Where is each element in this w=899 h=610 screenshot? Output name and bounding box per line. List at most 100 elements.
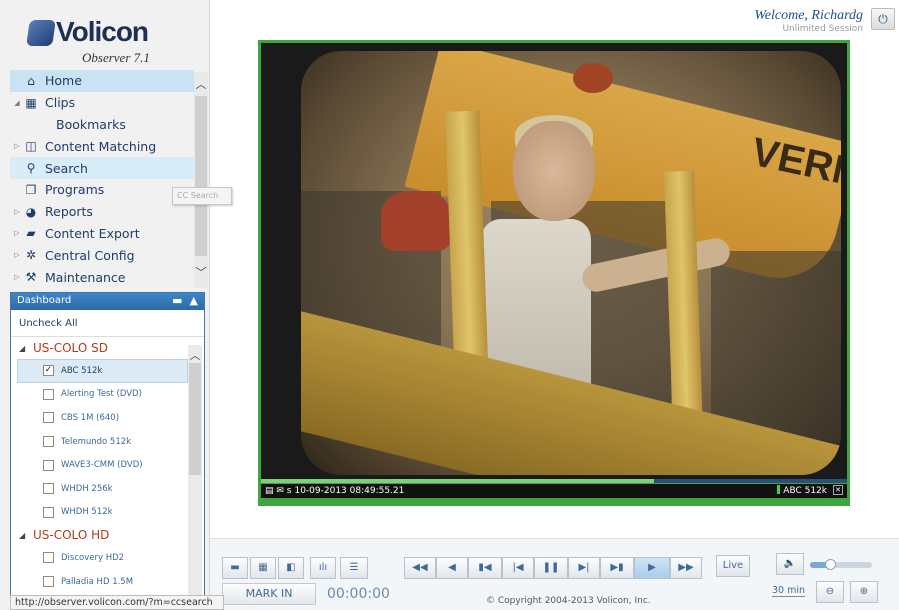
info-icons: ▤ ✉ ꜱ <box>265 486 292 496</box>
welcome-text: Welcome, Richardg <box>754 8 863 23</box>
back-icon: ◀ <box>448 562 456 573</box>
nav-item-maintenance[interactable]: ▷ ⚒ Maintenance <box>10 266 194 288</box>
nav-item-clips[interactable]: ◢ ▦ Clips <box>10 92 194 114</box>
nav-item-reports[interactable]: ▷ ◕ Reports <box>10 201 194 223</box>
nav-label: Maintenance <box>45 269 126 285</box>
close-icon[interactable]: ✕ <box>833 485 843 495</box>
layout-side-button[interactable]: ◧ <box>278 557 304 579</box>
layout-single-button[interactable]: ▬ <box>222 557 248 579</box>
channel-item[interactable]: Telemundo 512k <box>11 430 204 454</box>
channel-label: Discovery HD2 <box>61 552 125 563</box>
checkbox[interactable] <box>43 552 54 564</box>
nav-item-central-config[interactable]: ▷ ✲ Central Config <box>10 244 194 266</box>
dashboard-title: Dashboard <box>17 295 72 306</box>
chevron-up-icon[interactable]: ︿ <box>188 347 202 363</box>
step-forward-button[interactable]: ▶▮ <box>600 557 634 579</box>
channel-item[interactable]: Palladia HD 1.5M <box>11 570 204 594</box>
rewind-button[interactable]: ◀ <box>436 557 468 579</box>
rewind-fast-button[interactable]: ◀◀ <box>404 557 436 579</box>
expand-triangle-icon[interactable]: ▷ <box>10 229 24 237</box>
session-text: Unlimited Session <box>782 24 863 34</box>
checkbox[interactable] <box>43 506 54 518</box>
channel-item[interactable]: CBS 1M (640) <box>11 406 204 430</box>
play-button[interactable]: ▶ <box>634 557 670 579</box>
channel-label: Alerting Test (DVD) <box>61 389 142 400</box>
group-us-colo-sd[interactable]: ◢ US-COLO SD <box>11 337 204 359</box>
expand-triangle-icon[interactable]: ▷ <box>10 273 24 281</box>
channel-item[interactable]: WHDH 256k <box>11 477 204 501</box>
channel-label: WHDH 256k <box>61 483 113 494</box>
nav-label: Programs <box>45 182 105 198</box>
mark-in-button[interactable]: MARK IN <box>222 583 316 605</box>
group-us-colo-hd[interactable]: ◢ US-COLO HD <box>11 524 204 546</box>
layout-quad-button[interactable]: ▦ <box>250 557 276 579</box>
search-icon: ⚲ <box>26 161 36 176</box>
app-root: Volicon Observer 7.1 ⌂ Home ◢ ▦ Clips Bo… <box>0 0 899 610</box>
volume-button[interactable]: 🔈 <box>776 553 804 575</box>
nav-item-content-matching[interactable]: ▷ ◫ Content Matching <box>10 135 194 157</box>
channel-item[interactable]: Alerting Test (DVD) <box>11 383 204 407</box>
layout-side-icon: ◧ <box>286 562 296 573</box>
fast-forward-button[interactable]: ▶▶ <box>670 557 702 579</box>
channel-item[interactable]: ✓ ABC 512k <box>17 359 188 383</box>
expand-triangle-icon[interactable]: ▷ <box>10 208 24 216</box>
live-button[interactable]: Live <box>716 555 750 577</box>
zoom-out-button[interactable]: ⊖ <box>816 581 844 603</box>
checkbox[interactable] <box>43 412 54 424</box>
collapse-triangle-icon[interactable]: ◢ <box>19 344 33 353</box>
nav-label: Content Export <box>45 225 140 241</box>
dashboard-scrollbar[interactable]: ︿ <box>188 345 202 607</box>
uncheck-all-link[interactable]: Uncheck All <box>11 310 204 337</box>
step-back-button[interactable]: ▮◀ <box>468 557 502 579</box>
nav-item-home[interactable]: ⌂ Home <box>10 70 194 92</box>
checkbox[interactable] <box>43 576 54 588</box>
nav-label: Home <box>45 73 82 89</box>
channel-item[interactable]: WHDH 512k <box>11 501 204 525</box>
nav-scrollbar[interactable]: ︿ ﹀ <box>194 72 208 288</box>
chevron-up-icon[interactable]: ︿ <box>194 78 208 92</box>
scroll-thumb[interactable] <box>195 96 207 256</box>
scroll-thumb[interactable] <box>189 363 201 475</box>
list-view-button[interactable]: ☰ <box>340 557 368 579</box>
video-timestamp: 10-09-2013 08:49:55.21 <box>294 486 405 496</box>
minimize-icon[interactable]: ▬ <box>172 294 182 307</box>
expand-triangle-icon[interactable]: ▷ <box>10 142 24 150</box>
collapse-up-icon[interactable]: ▲ <box>190 294 198 307</box>
volume-slider[interactable] <box>810 559 872 570</box>
video-player[interactable]: VERN ▤ ✉ ꜱ 10-09-2013 08:49:55.21 ABC 51… <box>258 40 850 506</box>
channel-item[interactable]: Discovery HD2 <box>11 546 204 570</box>
nav-label: Clips <box>45 95 76 111</box>
collapse-triangle-icon[interactable]: ◢ <box>10 99 24 107</box>
film-icon: ▦ <box>25 95 37 110</box>
logout-button[interactable]: ⏻ <box>871 8 895 30</box>
collapse-triangle-icon[interactable]: ◢ <box>19 531 33 540</box>
video-frame[interactable]: VERN <box>261 43 847 483</box>
checkbox[interactable] <box>43 436 54 448</box>
pie-chart-icon: ◕ <box>25 204 37 219</box>
channel-item[interactable]: WAVE3-CMM (DVD) <box>11 453 204 477</box>
nav-item-content-export[interactable]: ▷ ▰ Content Export <box>10 223 194 245</box>
channel-label: CBS 1M (640) <box>61 412 120 423</box>
zoom-in-button[interactable]: ⊕ <box>850 581 878 603</box>
checkbox[interactable] <box>43 483 54 495</box>
checkbox[interactable]: ✓ <box>43 365 54 377</box>
checkbox[interactable] <box>43 388 54 400</box>
nav-item-search[interactable]: ⚲ Search <box>10 157 194 179</box>
chevron-down-icon[interactable]: ﹀ <box>194 266 208 280</box>
dashboard-window-buttons: ▬ ▲ <box>172 294 198 307</box>
list-icon: ☰ <box>349 562 359 573</box>
video-image: VERN <box>301 51 841 475</box>
zoom-range-select[interactable]: 30 min <box>772 585 806 597</box>
expand-triangle-icon[interactable]: ▷ <box>10 251 24 259</box>
previous-frame-button[interactable]: |◀ <box>502 557 534 579</box>
channel-label: ABC 512k <box>61 365 103 376</box>
pause-button[interactable]: ❚❚ <box>534 557 568 579</box>
slider-knob[interactable] <box>825 559 836 570</box>
next-frame-button[interactable]: ▶| <box>568 557 600 579</box>
nav-item-programs[interactable]: ❐ Programs <box>10 179 194 201</box>
checkbox[interactable] <box>43 459 54 471</box>
fast-forward-icon: ▶▶ <box>678 562 694 573</box>
nav-item-bookmarks[interactable]: Bookmarks <box>10 114 194 136</box>
audio-meter-button[interactable]: ılı <box>310 557 336 579</box>
playback-progress[interactable] <box>261 479 847 483</box>
